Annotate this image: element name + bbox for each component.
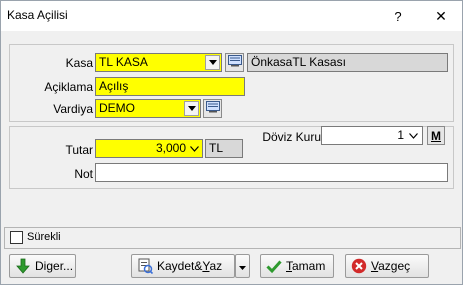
vardiya-value: DEMO (99, 101, 135, 115)
kasa-lookup-button[interactable] (225, 53, 244, 72)
kaydet-yaz-button[interactable]: Kaydet&Yaz (131, 254, 235, 278)
doviz-kuru-input[interactable]: 1 (321, 126, 423, 145)
kaydet-yaz-dropdown[interactable] (235, 254, 250, 278)
kasa-value: TL KASA (99, 55, 148, 69)
save-print-icon (137, 258, 154, 275)
currency-field: TL (205, 139, 243, 158)
aciklama-value: Açılış (99, 79, 129, 93)
doviz-kuru-label: Döviz Kuru (262, 130, 321, 144)
tutar-label: Tutar (65, 143, 93, 157)
vazgec-button[interactable]: Vazgeç (345, 254, 429, 278)
doviz-m-label: M (431, 128, 441, 143)
diger-label: Diger... (35, 259, 74, 273)
chevron-down-icon[interactable] (184, 101, 199, 116)
currency-value: TL (209, 141, 224, 155)
vazgec-label: Vazgeç (371, 259, 411, 273)
window-title: Kasa Açilisi (7, 8, 68, 22)
vardiya-label: Vardiya (53, 102, 93, 116)
surekli-label: Sürekli (27, 231, 61, 243)
cancel-icon (351, 258, 367, 274)
kaydet-yaz-label: Kaydet&Yaz (157, 259, 223, 273)
chevron-down-icon[interactable] (190, 140, 199, 157)
kasa-acilisi-dialog: Kasa Açilisi ? ✕ Kasa TL KASA ÖnkasaTL K… (0, 0, 463, 285)
chevron-down-icon[interactable] (409, 127, 418, 144)
check-icon (266, 258, 282, 274)
chevron-down-icon (239, 259, 246, 273)
kasa-select[interactable]: TL KASA (95, 53, 222, 72)
not-input[interactable] (95, 163, 448, 182)
vardiya-select[interactable]: DEMO (95, 99, 201, 118)
tamam-button[interactable]: Tamam (260, 254, 334, 278)
vardiya-lookup-button[interactable] (203, 99, 222, 118)
tutar-value: 3,000 (155, 141, 186, 155)
surekli-checkbox[interactable] (10, 231, 23, 244)
tutar-input[interactable]: 3,000 (95, 139, 203, 158)
aciklama-input[interactable]: Açılış (95, 77, 245, 96)
close-button[interactable]: ✕ (425, 1, 457, 31)
lookup-icon (205, 101, 220, 116)
options-bar (4, 227, 461, 249)
help-icon: ? (394, 8, 402, 24)
diger-button[interactable]: Diger... (9, 254, 76, 278)
help-button[interactable]: ? (382, 1, 414, 31)
aciklama-label: Açiklama (44, 80, 93, 94)
arrow-down-icon (15, 258, 31, 274)
kasa-description: ÖnkasaTL Kasası (251, 55, 346, 69)
kasa-label: Kasa (65, 56, 93, 70)
doviz-m-button[interactable]: M (427, 126, 445, 145)
doviz-kuru-value: 1 (397, 128, 404, 142)
kasa-description-field: ÖnkasaTL Kasası (247, 53, 448, 72)
lookup-icon (227, 55, 242, 70)
chevron-down-icon[interactable] (205, 55, 220, 70)
title-bar: Kasa Açilisi ? ✕ (1, 1, 462, 31)
not-label: Not (74, 167, 93, 181)
tamam-label: Tamam (286, 259, 326, 273)
close-icon: ✕ (435, 7, 447, 24)
